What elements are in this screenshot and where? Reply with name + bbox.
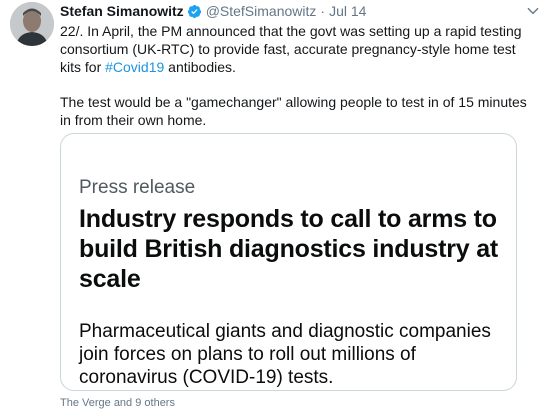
card-title: Industry responds to call to arms to bui… — [79, 205, 499, 293]
card-description: Pharmaceutical giants and diagnostic com… — [79, 321, 491, 388]
tweet-text-paragraph-1: 22/. In April, the PM announced that the… — [60, 22, 530, 76]
author-name[interactable]: Stefan Simanowitz — [60, 0, 184, 22]
link-preview-card[interactable]: Press release Industry responds to call … — [60, 133, 517, 391]
tweet-header: Stefan Simanowitz @StefSimanowitz · Jul … — [60, 0, 530, 22]
tweet-text-part-2: antibodies. — [164, 59, 236, 75]
author-handle[interactable]: @StefSimanowitz — [206, 0, 317, 22]
tweet-content: Stefan Simanowitz @StefSimanowitz · Jul … — [60, 0, 530, 409]
verified-badge-icon — [187, 4, 201, 18]
separator-dot: · — [320, 3, 326, 19]
tweet-date[interactable]: Jul 14 — [329, 0, 366, 22]
card-label: Press release — [79, 177, 196, 198]
hashtag-link[interactable]: #Covid19 — [105, 59, 164, 75]
avatar-image — [10, 2, 54, 46]
mentions-footer[interactable]: The Verge and 9 others — [60, 397, 175, 409]
chevron-down-icon[interactable] — [526, 4, 540, 18]
avatar[interactable] — [10, 2, 54, 46]
tweet[interactable]: Stefan Simanowitz @StefSimanowitz · Jul … — [0, 0, 544, 419]
tweet-text-paragraph-2: The test would be a "gamechanger" allowi… — [60, 94, 527, 128]
